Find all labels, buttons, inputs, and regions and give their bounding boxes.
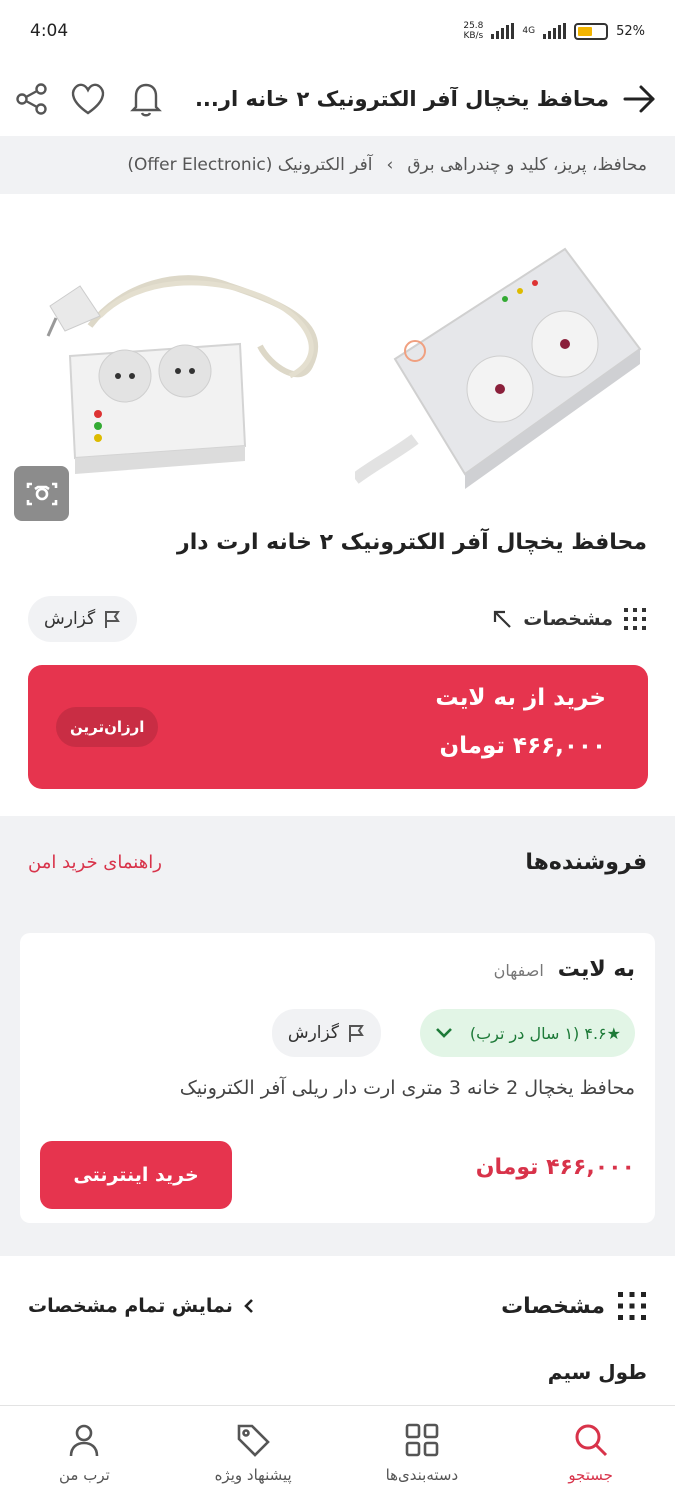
- tag-icon: [237, 1424, 270, 1457]
- buy-from-label: خرید از به لایت: [435, 685, 606, 711]
- back-arrow-icon[interactable]: [615, 75, 663, 123]
- seller-name[interactable]: به لایت: [558, 957, 635, 982]
- seller-price: ۴۶۶,۰۰۰ تومان: [475, 1155, 635, 1180]
- bottom-navigation: ترب من پیشنهاد ویژه دسته‌بندی‌ها جستجو: [0, 1405, 675, 1500]
- specs-section-header: نمایش تمام مشخصات مشخصات: [28, 1282, 647, 1330]
- grid-icon: [405, 1423, 439, 1457]
- flag-icon: [349, 1025, 364, 1042]
- visual-search-button[interactable]: [14, 466, 69, 521]
- user-icon: [70, 1424, 99, 1457]
- heart-icon[interactable]: [64, 75, 112, 123]
- breadcrumb: محافظ، پریز، کلید و چندراهی برق › آفر ال…: [0, 136, 675, 194]
- page-title: محافظ یخچال آفر الکترونیک ۲ خانه ار...: [194, 87, 609, 111]
- safe-buy-guide-link[interactable]: راهنمای خرید امن: [28, 852, 162, 873]
- seller-report-button[interactable]: گزارش: [271, 1009, 381, 1057]
- show-all-specs-link[interactable]: نمایش تمام مشخصات: [28, 1295, 255, 1317]
- app-header: محافظ یخچال آفر الکترونیک ۲ خانه ار...: [0, 62, 675, 136]
- spec-item-wire-length: طول سیم: [547, 1360, 647, 1384]
- seller-name-row: به لایت اصفهان: [494, 957, 635, 982]
- seller-product-description: محافظ یخچال 2 خانه 3 متری ارت دار ریلی آ…: [179, 1077, 635, 1099]
- specs-label: مشخصات: [523, 608, 613, 630]
- specs-section-heading: مشخصات: [501, 1291, 647, 1321]
- breadcrumb-item-category[interactable]: محافظ، پریز، کلید و چندراهی برق: [407, 155, 647, 175]
- flag-icon: [105, 611, 121, 628]
- product-image-1[interactable]: [30, 246, 340, 486]
- grid-dots-icon: [624, 608, 646, 630]
- product-title: محافظ یخچال آفر الکترونیک ۲ خانه ارت دار: [177, 530, 647, 555]
- net-speed: 25.8 KB/s: [463, 21, 484, 41]
- camera-icon: [26, 482, 57, 505]
- nav-special-offer[interactable]: پیشنهاد ویژه: [178, 1422, 328, 1484]
- status-time: 4:04: [30, 21, 69, 41]
- chevron-down-icon: [435, 1028, 452, 1038]
- buy-price: ۴۶۶,۰۰۰ تومان: [439, 733, 606, 759]
- chevron-left-icon: [244, 1299, 253, 1313]
- battery-percent: 52%: [616, 23, 645, 39]
- search-icon: [575, 1424, 607, 1457]
- share-icon[interactable]: [8, 75, 56, 123]
- report-label: گزارش: [44, 609, 96, 629]
- battery-icon: [574, 22, 609, 40]
- nav-search[interactable]: جستجو: [516, 1422, 666, 1484]
- seller-city: اصفهان: [493, 961, 544, 980]
- cheapest-badge: ارزان‌ترین: [56, 707, 159, 747]
- specs-report-row: گزارش مشخصات: [28, 596, 647, 642]
- product-gallery[interactable]: [0, 194, 675, 530]
- buy-from-shop-button[interactable]: خرید از به لایت ۴۶۶,۰۰۰ تومان ارزان‌ترین: [28, 665, 648, 789]
- seller-rating[interactable]: ★۴.۶ (۱ سال در ترب): [419, 1009, 635, 1057]
- nav-my-torob[interactable]: ترب من: [9, 1422, 159, 1484]
- status-indicators: 25.8 KB/s 4G 52%: [463, 21, 645, 41]
- show-all-label: نمایش تمام مشخصات: [28, 1295, 233, 1317]
- arrow-up-left-icon: [494, 610, 512, 628]
- specs-heading-label: مشخصات: [501, 1293, 605, 1319]
- report-button[interactable]: گزارش: [28, 596, 138, 642]
- network-type: 4G: [522, 26, 536, 36]
- report-label: گزارش: [287, 1023, 339, 1043]
- sellers-header: راهنمای خرید امن فروشنده‌ها: [28, 850, 647, 875]
- cell-signal-icon: [543, 23, 567, 39]
- wifi-signal-icon: [491, 23, 515, 39]
- online-buy-button[interactable]: خرید اینترنتی: [40, 1141, 232, 1209]
- breadcrumb-item-brand[interactable]: آفر الکترونیک (Offer Electronic): [127, 155, 372, 175]
- rating-text: ★۴.۶ (۱ سال در ترب): [469, 1023, 621, 1043]
- specs-link[interactable]: مشخصات: [491, 607, 647, 631]
- grid-dots-icon: [618, 1292, 646, 1320]
- bell-icon[interactable]: [122, 75, 170, 123]
- product-image-2[interactable]: [355, 239, 655, 499]
- breadcrumb-separator: ›: [386, 155, 394, 175]
- sellers-heading: فروشنده‌ها: [525, 850, 647, 875]
- status-bar: 4:04 25.8 KB/s 4G 52%: [0, 0, 675, 62]
- seller-card: به لایت اصفهان ★۴.۶ (۱ سال در ترب) گزارش…: [20, 933, 655, 1223]
- nav-categories[interactable]: دسته‌بندی‌ها: [347, 1422, 497, 1484]
